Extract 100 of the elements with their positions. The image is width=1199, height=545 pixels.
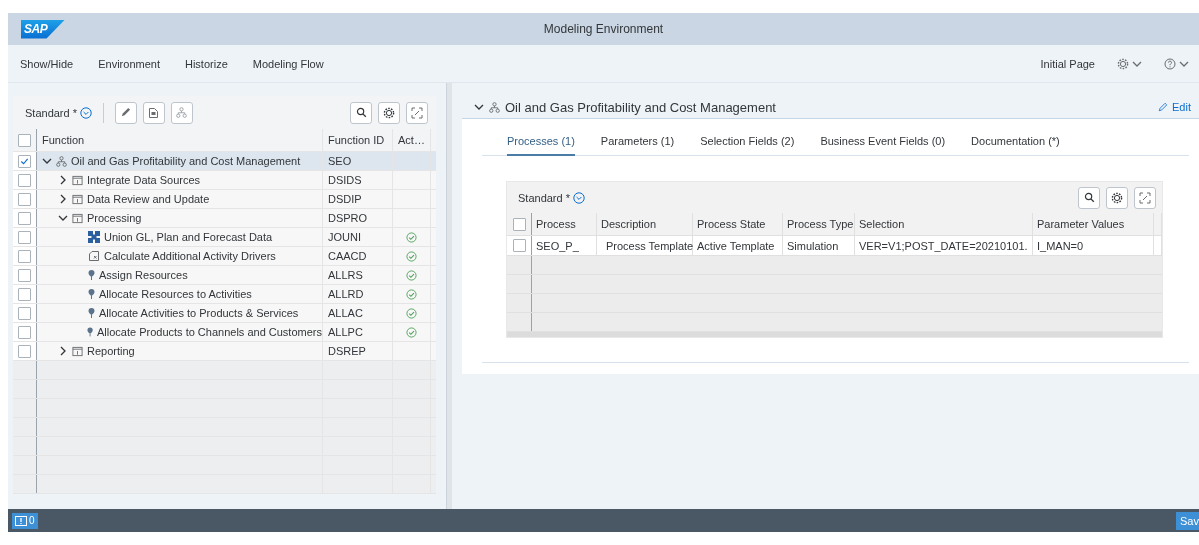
table-cell: Process Template — [606, 239, 694, 252]
function-name: Processing — [87, 212, 142, 224]
pin-icon — [88, 289, 95, 299]
column-header[interactable]: Process Type — [787, 218, 854, 230]
table-row[interactable]: Assign Resources ALLRS — [13, 266, 437, 285]
checkbox[interactable] — [18, 154, 31, 168]
chevron-down-icon[interactable] — [58, 213, 68, 223]
function-id: DSREP — [328, 345, 366, 357]
hierarchy-icon — [176, 107, 188, 118]
logo[interactable]: SAP — [21, 19, 65, 39]
checkbox[interactable] — [18, 306, 31, 320]
edit-button[interactable] — [115, 101, 137, 124]
column-header[interactable]: Selection — [859, 218, 905, 230]
fullscreen-icon — [411, 106, 424, 119]
table-cell: Active Template — [697, 239, 775, 252]
help-menu[interactable] — [1164, 57, 1189, 70]
column-header[interactable]: Process State — [697, 218, 766, 230]
menu-item[interactable]: Show/Hide — [20, 57, 74, 70]
initial-page-link[interactable]: Initial Page — [1040, 57, 1095, 70]
function-name: Allocate Resources to Activities — [99, 288, 252, 300]
settings-button[interactable] — [1106, 186, 1128, 209]
chevron-right-icon[interactable] — [58, 194, 68, 204]
checkbox[interactable] — [18, 268, 31, 282]
document-icon — [148, 106, 160, 119]
table-row[interactable]: Data Review and Update DSDIP — [13, 190, 437, 209]
tab[interactable]: Processes (1) — [507, 127, 575, 156]
checkbox[interactable] — [18, 230, 31, 244]
column-header[interactable]: Process — [536, 218, 576, 230]
function-id: ALLAC — [328, 307, 363, 319]
table-row[interactable]: Allocate Products to Channels and Customers ALLPC — [13, 323, 437, 342]
check-icon — [20, 156, 29, 166]
tab[interactable]: Selection Fields (2) — [700, 127, 795, 156]
tab[interactable]: Documentation (*) — [971, 127, 1060, 156]
table-cell: I_MAN=0 — [1037, 239, 1084, 252]
help-icon — [1164, 57, 1176, 70]
info-icon — [72, 174, 83, 186]
pencil-icon — [120, 107, 132, 118]
menu-item[interactable]: Environment — [98, 57, 160, 70]
function-id: ALLPC — [328, 326, 363, 338]
checkbox[interactable] — [18, 133, 31, 147]
variant-name[interactable]: Standard * — [518, 191, 570, 204]
dropdown-icon — [80, 106, 92, 119]
document-button[interactable] — [143, 101, 165, 124]
table-cell: VER=V1;POST_DATE=20210101. — [859, 239, 1028, 252]
tab[interactable]: Parameters (1) — [600, 127, 675, 156]
chevron-right-icon[interactable] — [58, 175, 68, 185]
pin-icon — [88, 270, 95, 280]
document-icon — [88, 250, 100, 262]
variant-name[interactable]: Standard * — [25, 106, 77, 119]
table-cell: Simulation — [787, 239, 839, 252]
search-icon — [355, 107, 367, 118]
checkbox[interactable] — [512, 217, 526, 231]
checkbox[interactable] — [18, 344, 31, 358]
table-row[interactable]: Calculate Additional Activity Drivers CAACD — [13, 247, 437, 266]
window-title: Modeling Environment — [543, 22, 664, 36]
fullscreen-button[interactable] — [1134, 186, 1156, 209]
table-row[interactable]: Reporting DSREP — [13, 342, 437, 361]
function-id: DSPRO — [328, 212, 368, 224]
edit-button[interactable]: Edit — [1158, 101, 1191, 113]
column-header[interactable]: Function — [42, 134, 85, 146]
table-row[interactable]: Oil and Gas Profitability and Cost Management SEO — [13, 152, 437, 171]
checkbox[interactable] — [18, 211, 31, 225]
hierarchy-button[interactable] — [171, 101, 193, 124]
info-icon — [72, 345, 83, 357]
search-button[interactable] — [1078, 186, 1100, 209]
table-row[interactable]: Allocate Resources to Activities ALLRD — [13, 285, 437, 304]
checkbox[interactable] — [18, 192, 31, 206]
table-cell: SEO_P_ — [536, 239, 579, 252]
menu-item[interactable]: Modeling Flow — [252, 57, 324, 70]
search-icon — [1083, 192, 1095, 203]
table-row[interactable]: Processing DSPRO — [13, 209, 437, 228]
function-id: ALLRS — [328, 269, 363, 281]
settings-icon — [1117, 57, 1129, 70]
function-name: Assign Resources — [99, 269, 188, 281]
table-row[interactable]: Union GL, Plan and Forecast Data JOUNI — [13, 228, 437, 247]
column-header[interactable]: Function ID — [328, 134, 385, 146]
function-id: ALLRD — [328, 288, 364, 300]
pin-icon — [88, 308, 95, 318]
search-button[interactable] — [350, 101, 373, 124]
column-header[interactable]: Description — [601, 218, 657, 230]
chevron-down-icon[interactable] — [474, 102, 484, 112]
function-name: Integrate Data Sources — [87, 174, 201, 186]
checkbox[interactable] — [18, 173, 31, 187]
checkbox[interactable] — [18, 325, 31, 339]
chevron-right-icon[interactable] — [58, 346, 68, 356]
fullscreen-button[interactable] — [406, 101, 429, 124]
column-header[interactable]: Act… — [398, 134, 425, 146]
table-row[interactable]: Allocate Activities to Products & Services ALLAC — [13, 304, 437, 323]
checkbox[interactable] — [18, 249, 31, 263]
menu-item[interactable]: Historize — [184, 57, 228, 70]
settings-menu[interactable] — [1117, 57, 1142, 70]
tab[interactable]: Business Event Fields (0) — [820, 127, 946, 156]
settings-button[interactable] — [378, 101, 401, 124]
chevron-down-icon[interactable] — [42, 156, 52, 166]
checkbox[interactable] — [512, 239, 526, 252]
function-name: Union GL, Plan and Forecast Data — [104, 231, 273, 243]
column-header[interactable]: Parameter Values — [1037, 218, 1125, 230]
table-row[interactable]: Integrate Data Sources DSIDS — [13, 171, 437, 190]
checkbox[interactable] — [18, 287, 31, 301]
function-name: Reporting — [87, 345, 135, 357]
